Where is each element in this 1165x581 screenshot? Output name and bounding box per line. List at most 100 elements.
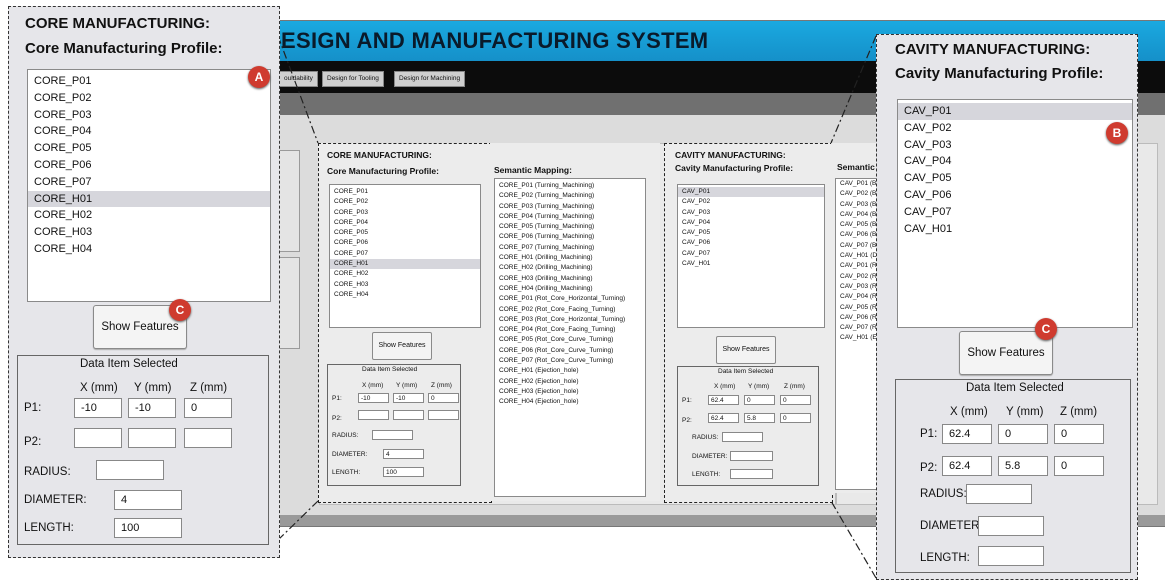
show-features-button-small[interactable]: Show Features <box>716 336 776 364</box>
list-item[interactable]: CAV_P03 (Bo <box>836 200 877 210</box>
list-item[interactable]: CORE_H03 (Drilling_Machining) <box>495 274 645 284</box>
semantic-mapping-list[interactable]: CORE_P01 (Turning_Machining) CORE_P02 (T… <box>494 178 646 497</box>
p2-y-input[interactable]: 5.8 <box>744 413 775 423</box>
list-item[interactable]: CAV_P06 <box>898 187 1132 204</box>
list-item[interactable]: CORE_H04 <box>330 290 480 300</box>
nav-design-for-tooling[interactable]: Design for Tooling <box>322 71 384 87</box>
list-item[interactable]: CORE_P04 <box>28 123 270 140</box>
diameter-input[interactable]: 4 <box>383 449 424 459</box>
list-item[interactable]: CORE_H03 <box>28 224 270 241</box>
list-item[interactable]: CORE_H01 (Ejection_hole) <box>495 366 645 376</box>
list-item[interactable]: CORE_P03 <box>28 107 270 124</box>
list-item[interactable]: CAV_P05 <box>678 228 824 238</box>
list-item[interactable]: CORE_H01 (Drilling_Machining) <box>495 253 645 263</box>
list-item[interactable]: CORE_P05 (Turning_Machining) <box>495 222 645 232</box>
list-item[interactable]: CAV_H01 <box>678 259 824 269</box>
list-item[interactable]: CORE_P06 (Rot_Core_Curve_Turning) <box>495 346 645 356</box>
list-item[interactable]: CAV_P03 <box>898 137 1132 154</box>
p2-z-input[interactable]: 0 <box>780 413 811 423</box>
list-item[interactable]: CORE_P01 (Turning_Machining) <box>495 181 645 191</box>
radius-input[interactable] <box>966 484 1032 504</box>
list-item[interactable]: CORE_H02 (Drilling_Machining) <box>495 263 645 273</box>
list-item[interactable]: CORE_H03 <box>330 280 480 290</box>
radius-input[interactable] <box>96 460 164 480</box>
list-item[interactable]: CAV_P05 (Ro <box>836 303 877 313</box>
list-item[interactable]: CORE_H04 (Drilling_Machining) <box>495 284 645 294</box>
p2-y-input[interactable]: 5.8 <box>998 456 1048 476</box>
list-item[interactable]: CORE_P07 (Turning_Machining) <box>495 243 645 253</box>
list-item[interactable]: CAV_P04 (Bo <box>836 210 877 220</box>
cavity-profile-list[interactable]: CAV_P01 CAV_P02 CAV_P03 CAV_P04 CAV_P05 … <box>897 99 1133 328</box>
list-item[interactable]: CAV_H01 (Dr <box>836 251 877 261</box>
list-item[interactable]: CAV_P05 (Bo <box>836 220 877 230</box>
list-item[interactable]: CAV_P04 <box>678 218 824 228</box>
list-item[interactable]: CORE_H02 <box>28 207 270 224</box>
list-item[interactable]: CORE_H02 <box>330 269 480 279</box>
list-item[interactable]: CAV_P01 (Bo <box>836 179 877 189</box>
list-item[interactable]: CAV_P02 <box>898 120 1132 137</box>
list-item[interactable]: CAV_H01 (Ej <box>836 333 877 343</box>
diameter-input[interactable] <box>730 451 773 461</box>
list-item[interactable]: CORE_P03 <box>330 208 480 218</box>
p1-y-input[interactable]: 0 <box>998 424 1048 444</box>
diameter-input[interactable]: 4 <box>114 490 182 510</box>
diameter-input[interactable] <box>978 516 1044 536</box>
list-item[interactable]: CAV_P06 (Bo <box>836 230 877 240</box>
list-item[interactable]: CORE_H04 (Ejection_hole) <box>495 397 645 407</box>
list-item[interactable]: CAV_P02 (Ro <box>836 272 877 282</box>
list-item[interactable]: CORE_P02 (Rot_Core_Facing_Turning) <box>495 305 645 315</box>
p1-x-input[interactable]: 62.4 <box>942 424 992 444</box>
list-item[interactable]: CORE_P06 (Turning_Machining) <box>495 232 645 242</box>
list-item[interactable]: CAV_H01 <box>898 221 1132 238</box>
p1-z-input[interactable]: 0 <box>1054 424 1104 444</box>
length-input[interactable] <box>730 469 773 479</box>
list-item[interactable]: CAV_P06 <box>678 238 824 248</box>
length-input[interactable]: 100 <box>383 467 424 477</box>
p2-y-input[interactable] <box>128 428 176 448</box>
p2-x-input[interactable]: 62.4 <box>708 413 739 423</box>
list-item-selected[interactable]: CAV_P01 <box>898 103 1132 120</box>
list-item[interactable]: CAV_P04 <box>898 153 1132 170</box>
radius-input[interactable] <box>372 430 413 440</box>
p2-z-input[interactable] <box>428 410 459 420</box>
list-item[interactable]: CAV_P03 (Ro <box>836 282 877 292</box>
list-item[interactable]: CAV_P03 <box>678 208 824 218</box>
p1-x-input[interactable]: 62.4 <box>708 395 739 405</box>
list-item[interactable]: CAV_P07 (Ro <box>836 323 877 333</box>
p1-y-input[interactable]: -10 <box>128 398 176 418</box>
list-item[interactable]: CORE_P03 (Rot_Core_Horizontal_Turning) <box>495 315 645 325</box>
length-input[interactable] <box>978 546 1044 566</box>
list-item[interactable]: CORE_P04 (Rot_Core_Facing_Turning) <box>495 325 645 335</box>
list-item[interactable]: CORE_P03 (Turning_Machining) <box>495 202 645 212</box>
length-input[interactable]: 100 <box>114 518 182 538</box>
p2-x-input[interactable] <box>74 428 122 448</box>
list-item[interactable]: CORE_P01 (Rot_Core_Horizontal_Turning) <box>495 294 645 304</box>
p1-x-input[interactable]: -10 <box>74 398 122 418</box>
list-item[interactable]: CORE_P06 <box>330 238 480 248</box>
list-item[interactable]: CAV_P02 (Bo <box>836 189 877 199</box>
list-item[interactable]: CAV_P01 (Ro <box>836 261 877 271</box>
list-item[interactable]: CORE_P06 <box>28 157 270 174</box>
list-item[interactable]: CORE_H03 (Ejection_hole) <box>495 387 645 397</box>
list-item[interactable]: CAV_P07 <box>898 204 1132 221</box>
list-item[interactable]: CORE_P07 <box>330 249 480 259</box>
show-features-button-small[interactable]: Show Features <box>372 332 432 360</box>
cavity-profile-list-small[interactable]: CAV_P01 CAV_P02 CAV_P03 CAV_P04 CAV_P05 … <box>677 184 825 328</box>
list-item-selected[interactable]: CORE_H01 <box>28 190 270 208</box>
list-item-selected[interactable]: CAV_P01 <box>678 187 824 198</box>
p1-x-input[interactable]: -10 <box>358 393 389 403</box>
list-item[interactable]: CAV_P07 (Bo <box>836 241 877 251</box>
list-item[interactable]: CORE_P05 (Rot_Core_Curve_Turning) <box>495 335 645 345</box>
list-item[interactable]: CAV_P07 <box>678 249 824 259</box>
p2-y-input[interactable] <box>393 410 424 420</box>
list-item[interactable]: CORE_P07 <box>28 174 270 191</box>
p1-y-input[interactable]: 0 <box>744 395 775 405</box>
core-profile-list-small[interactable]: CORE_P01 CORE_P02 CORE_P03 CORE_P04 CORE… <box>329 184 481 328</box>
p2-x-input[interactable]: 62.4 <box>942 456 992 476</box>
list-item[interactable]: CORE_P01 <box>28 73 270 90</box>
p1-z-input[interactable]: 0 <box>780 395 811 405</box>
semantic-cavity-list[interactable]: CAV_P01 (Bo CAV_P02 (Bo CAV_P03 (Bo CAV_… <box>835 178 877 490</box>
list-item[interactable]: CORE_P07 (Rot_Core_Curve_Turning) <box>495 356 645 366</box>
list-item[interactable]: CORE_P02 (Turning_Machining) <box>495 191 645 201</box>
list-item[interactable]: CORE_P01 <box>330 187 480 197</box>
